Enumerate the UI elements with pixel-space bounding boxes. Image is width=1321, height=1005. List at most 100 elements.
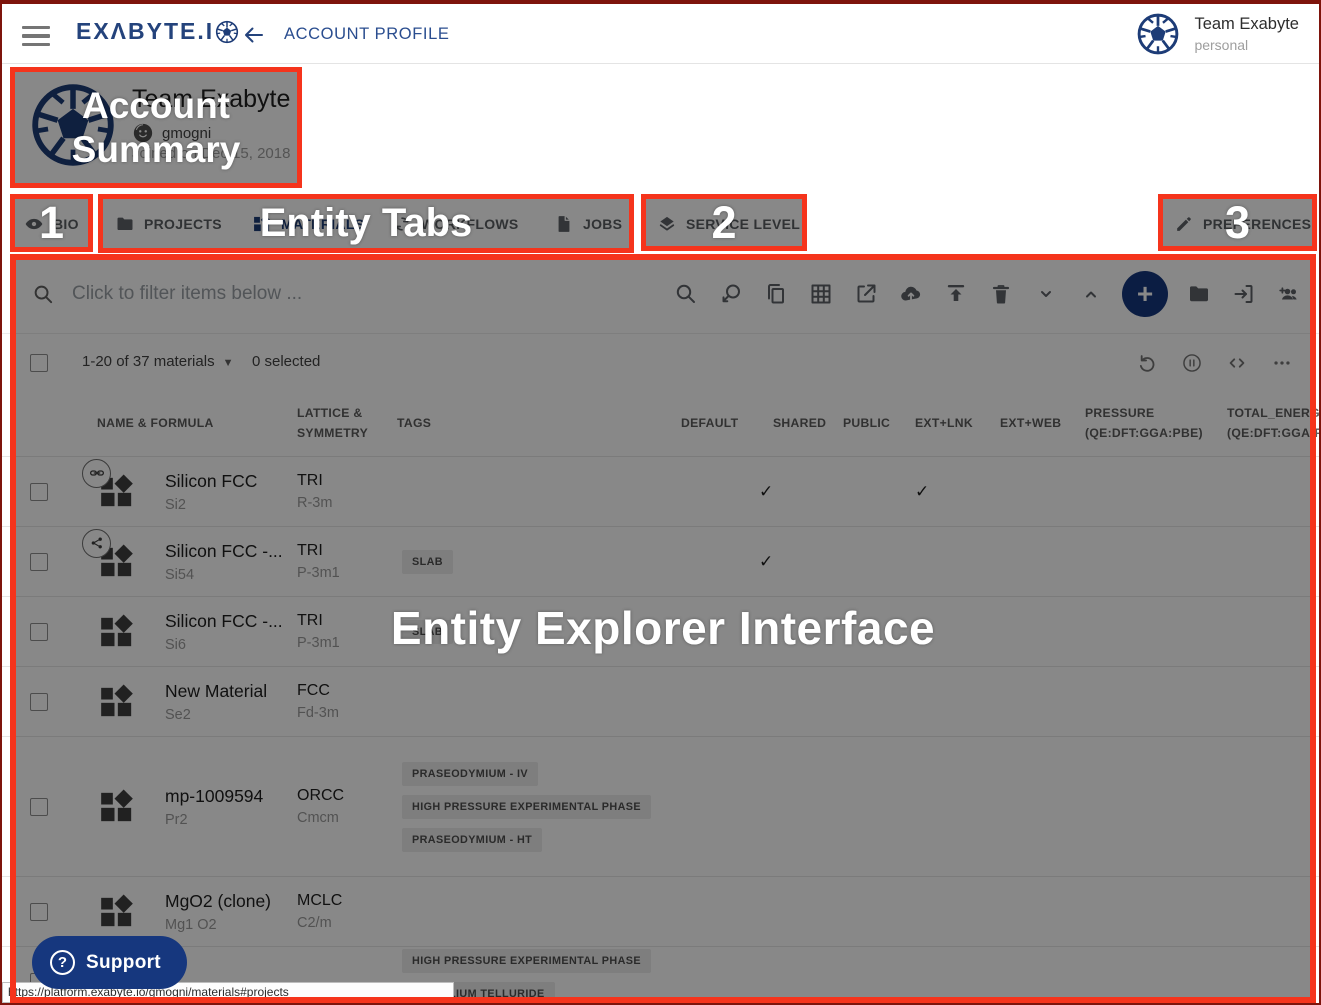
row-checkbox[interactable]: [30, 623, 48, 641]
material-formula: Pr2: [165, 812, 263, 828]
back-arrow-icon[interactable]: [242, 23, 266, 47]
tab-jobs[interactable]: JOBS: [554, 194, 622, 254]
symmetry-group: Cmcm: [297, 810, 397, 826]
more-icon[interactable]: [1271, 352, 1293, 374]
symmetry-group: C2/m: [297, 915, 397, 931]
shared-flag: ✓: [759, 552, 839, 572]
column-header[interactable]: NAME & FORMULA: [62, 414, 297, 434]
material-icon: [97, 612, 137, 652]
username: gmogni: [162, 125, 211, 142]
pause-icon[interactable]: [1181, 352, 1203, 374]
symmetry-group: P-3m1: [297, 635, 397, 651]
help-icon: ?: [50, 950, 75, 975]
joined-date: Joined on Dec 15, 2018: [132, 145, 290, 162]
material-name[interactable]: Silicon FCC -...: [165, 611, 283, 632]
explorer-toolbar: +: [2, 254, 1319, 334]
soccer-ball-icon: [215, 20, 239, 44]
tab-label: SERVICE LEVEL: [686, 216, 800, 232]
column-header[interactable]: EXT+WEB: [1000, 414, 1085, 434]
link-badge: [82, 459, 111, 488]
shared-flag: ✓: [759, 482, 839, 502]
table-row[interactable]: Silicon FCC -...Si6TRIP-3m1SLAB: [2, 596, 1319, 666]
search-alt-icon[interactable]: [719, 282, 743, 306]
material-formula: Si54: [165, 567, 283, 583]
material-formula: Mg1 O2: [165, 917, 271, 933]
code-icon[interactable]: [1226, 352, 1248, 374]
menu-icon[interactable]: [22, 26, 50, 46]
row-checkbox[interactable]: [30, 483, 48, 501]
row-checkbox[interactable]: [30, 903, 48, 921]
material-name[interactable]: MgO2 (clone): [165, 891, 271, 912]
exabyte-logo[interactable]: EXΛBYTE.I: [76, 18, 239, 45]
column-header[interactable]: TAGS: [397, 414, 681, 434]
open-in-new-icon[interactable]: [854, 282, 878, 306]
link-icon: [89, 465, 105, 481]
column-header[interactable]: LATTICE & SYMMETRY: [297, 404, 397, 443]
tag-chip: SLAB: [402, 550, 453, 574]
grid-icon[interactable]: [809, 282, 833, 306]
tab-projects[interactable]: PROJECTS: [115, 194, 222, 254]
tab-workflows[interactable]: WORKFLOWS: [392, 194, 519, 254]
chevron-down-icon[interactable]: [1034, 282, 1058, 306]
team-avatar-large-icon: [29, 81, 117, 169]
page-title: ACCOUNT PROFILE: [284, 25, 449, 44]
materials-icon: [252, 214, 272, 234]
table-row[interactable]: MgO2 (clone)Mg1 O2MCLCC2/m: [2, 876, 1319, 946]
tag-chip: HIGH PRESSURE EXPERIMENTAL PHASE: [402, 949, 651, 973]
tag-chip: LIUM TELLURIDE: [439, 982, 555, 1005]
column-header[interactable]: PUBLIC: [839, 414, 915, 434]
add-users-icon[interactable]: [1277, 282, 1301, 306]
refresh-icon[interactable]: [1136, 352, 1158, 374]
tab-preferences[interactable]: PREFERENCES: [1174, 194, 1311, 254]
share-badge: [82, 529, 111, 558]
column-header[interactable]: SHARED: [759, 414, 839, 434]
row-checkbox[interactable]: [30, 798, 48, 816]
caret-down-icon: ▼: [223, 357, 234, 369]
column-header[interactable]: DEFAULT: [681, 414, 759, 434]
material-name[interactable]: Silicon FCC -...: [165, 541, 283, 562]
delete-icon[interactable]: [989, 282, 1013, 306]
add-button[interactable]: +: [1122, 271, 1168, 317]
team-name: Team Exabyte: [1194, 15, 1299, 34]
tab-materials[interactable]: MATERIALS: [252, 194, 364, 254]
material-formula: Si2: [165, 497, 257, 513]
column-header[interactable]: EXT+LNK: [915, 414, 1000, 434]
lattice-type: FCC: [297, 682, 397, 700]
row-checkbox[interactable]: [30, 693, 48, 711]
column-header[interactable]: PRESSURE (QE:DFT:GGA:PBE): [1085, 404, 1227, 443]
table-row[interactable]: Silicon FCC -...Si54TRIP-3m1SLAB✓: [2, 526, 1319, 596]
material-name[interactable]: mp-1009594: [165, 786, 263, 807]
row-checkbox[interactable]: [30, 553, 48, 571]
pagination-dropdown[interactable]: 1-20 of 37 materials▼: [82, 353, 233, 370]
lattice-type: TRI: [297, 472, 397, 490]
chevron-up-icon[interactable]: [1079, 282, 1103, 306]
cloud-upload-icon[interactable]: [899, 282, 923, 306]
table-row[interactable]: Silicon FCCSi2TRIR-3m✓✓: [2, 456, 1319, 526]
account-type: personal: [1194, 37, 1299, 53]
tab-label: BIO: [53, 216, 79, 232]
column-header[interactable]: TOTAL_ENERGY (QE:DFT:GGA:PBE): [1227, 404, 1321, 443]
import-icon[interactable]: [1232, 282, 1256, 306]
tab-service-level[interactable]: SERVICE LEVEL: [657, 194, 800, 254]
materials-table: Silicon FCCSi2TRIR-3m✓✓Silicon FCC -...S…: [2, 456, 1319, 1005]
select-all-checkbox[interactable]: [30, 354, 48, 372]
symmetry-group: R-3m: [297, 495, 397, 511]
search-icon[interactable]: [674, 282, 698, 306]
layers-icon: [657, 214, 677, 234]
table-row[interactable]: New MaterialSe2FCCFd-3m: [2, 666, 1319, 736]
support-button[interactable]: ? Support: [32, 936, 187, 989]
folder-icon[interactable]: [1187, 282, 1211, 306]
account-menu[interactable]: Team Exabyte personal: [1136, 4, 1299, 64]
table-row[interactable]: mp-1009594Pr2ORCCCmcmPRASEODYMIUM - IVHI…: [2, 736, 1319, 876]
copy-icon[interactable]: [764, 282, 788, 306]
material-name[interactable]: New Material: [165, 681, 267, 702]
filter-input[interactable]: [70, 276, 590, 312]
material-icon: [97, 472, 137, 512]
tab-label: PREFERENCES: [1203, 216, 1311, 232]
tab-bio[interactable]: BIO: [24, 194, 79, 254]
folder-icon: [115, 214, 135, 234]
tab-label: PROJECTS: [144, 216, 222, 232]
entity-explorer: + 1-20 of 37 materials▼ 0 selected NAME …: [2, 254, 1319, 1003]
material-name[interactable]: Silicon FCC: [165, 471, 257, 492]
upload-icon[interactable]: [944, 282, 968, 306]
